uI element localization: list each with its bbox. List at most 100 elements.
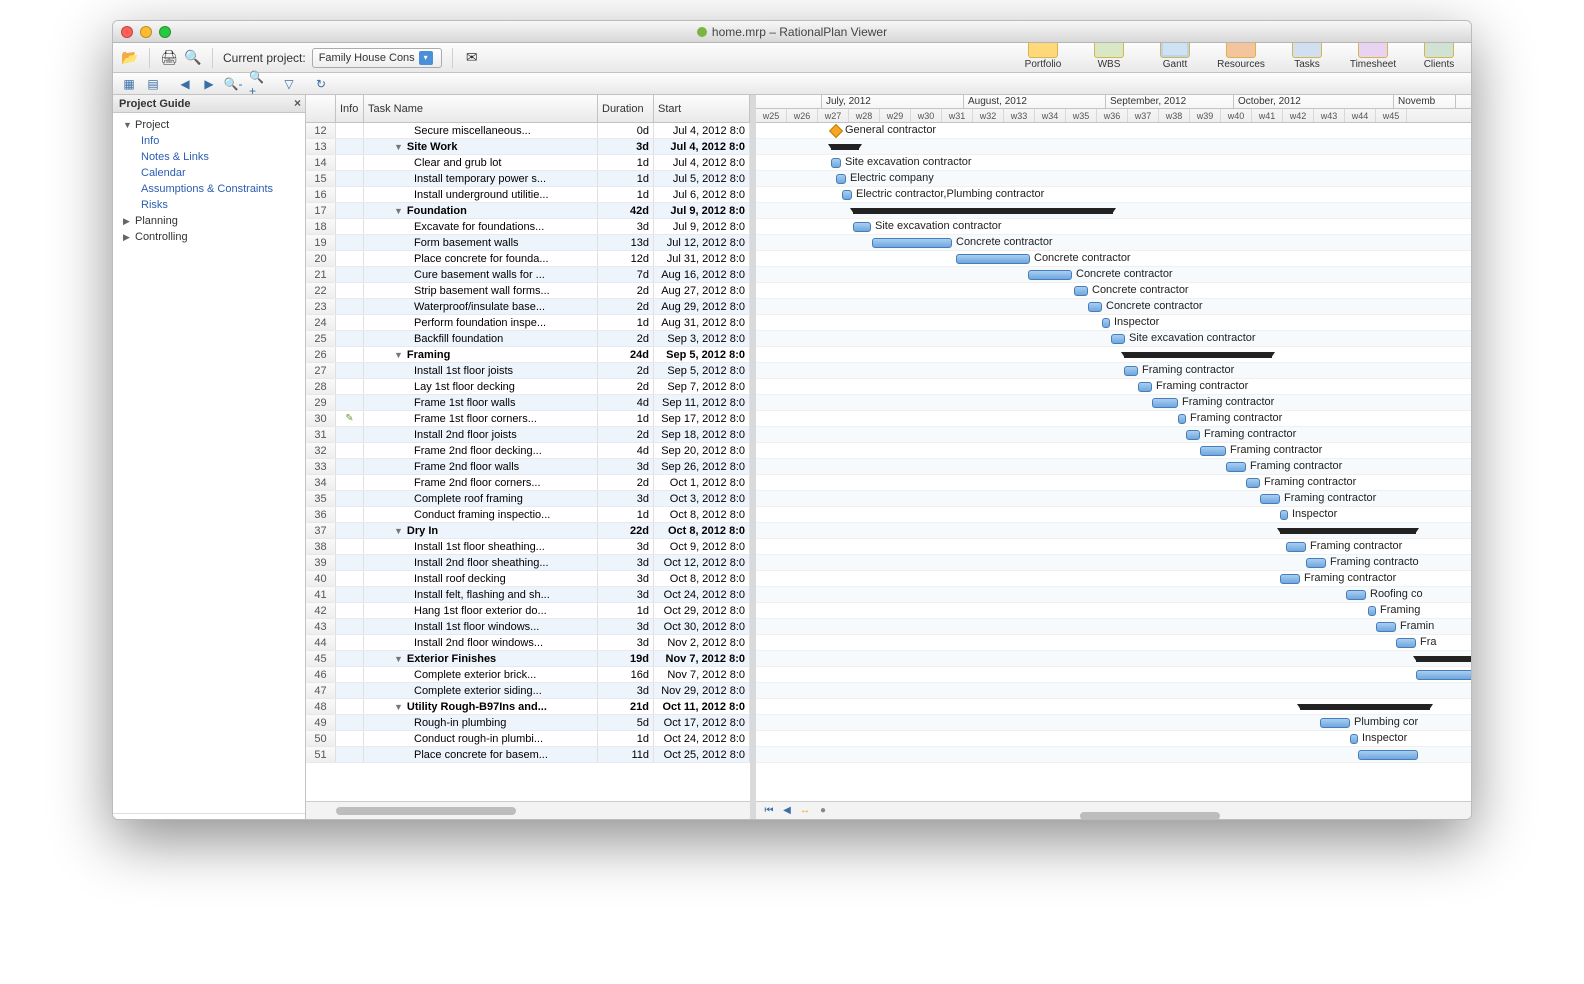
table-row[interactable]: 29Frame 1st floor walls4dSep 11, 2012 8:… (306, 395, 750, 411)
gantt-bar[interactable] (836, 174, 846, 184)
gantt-sum[interactable] (1300, 704, 1430, 710)
table-row[interactable]: 32Frame 2nd floor decking...4dSep 20, 20… (306, 443, 750, 459)
gantt-bar[interactable] (1152, 398, 1178, 408)
print-icon[interactable]: 🖨 (160, 49, 178, 67)
table-row[interactable]: 20Place concrete for founda...12dJul 31,… (306, 251, 750, 267)
gantt-bar[interactable] (1200, 446, 1226, 456)
gantt-bar[interactable] (956, 254, 1030, 264)
open-icon[interactable]: 📂 (121, 49, 139, 67)
gantt-bar[interactable] (1368, 606, 1376, 616)
nav-first-icon[interactable]: ⏮ (762, 804, 776, 818)
zoom-out-icon[interactable]: 🔍- (225, 76, 241, 92)
gantt-bar[interactable] (1280, 574, 1300, 584)
gantt-bar[interactable] (1074, 286, 1088, 296)
table-row[interactable]: 14Clear and grub lot1dJul 4, 2012 8:0 (306, 155, 750, 171)
table-row[interactable]: 22Strip basement wall forms...2dAug 27, … (306, 283, 750, 299)
col-info[interactable]: Info (336, 95, 364, 122)
gantt-diamond[interactable] (829, 124, 843, 138)
gantt-bar[interactable] (1111, 334, 1125, 344)
indent-icon[interactable]: ▶ (201, 76, 217, 92)
minimize-window-button[interactable] (140, 26, 152, 38)
gantt-bar[interactable] (831, 158, 841, 168)
gantt-bar[interactable] (1358, 750, 1418, 760)
tree-child[interactable]: Notes & Links (113, 149, 305, 165)
gantt-sum[interactable] (1416, 656, 1471, 662)
table-row[interactable]: 33Frame 2nd floor walls3dSep 26, 2012 8:… (306, 459, 750, 475)
gantt-sum[interactable] (853, 208, 1113, 214)
gantt-bar[interactable] (1102, 318, 1110, 328)
gantt-bar[interactable] (1260, 494, 1280, 504)
gantt-sum[interactable] (1124, 352, 1272, 358)
table-row[interactable]: 19Form basement walls13dJul 12, 2012 8:0 (306, 235, 750, 251)
tree-child[interactable]: Info (113, 133, 305, 149)
gantt-sum[interactable] (1280, 528, 1416, 534)
table-row[interactable]: 48▼Utility Rough-B97Ins and...21dOct 11,… (306, 699, 750, 715)
table-row[interactable]: 16Install underground utilitie...1dJul 6… (306, 187, 750, 203)
gantt-body[interactable]: General contractorSite excavation contra… (756, 123, 1471, 801)
table-row[interactable]: 51Place concrete for basem...11dOct 25, … (306, 747, 750, 763)
table-row[interactable]: 45▼Exterior Finishes19dNov 7, 2012 8:0 (306, 651, 750, 667)
table-row[interactable]: 24Perform foundation inspe...1dAug 31, 2… (306, 315, 750, 331)
today-icon[interactable]: ● (816, 804, 830, 818)
gantt-bar[interactable] (1346, 590, 1366, 600)
current-project-dropdown[interactable]: Family House Cons ▾ (312, 48, 442, 68)
table-row[interactable]: 27Install 1st floor joists2dSep 5, 2012 … (306, 363, 750, 379)
close-icon[interactable]: × (294, 96, 301, 110)
table-row[interactable]: 30✎Frame 1st floor corners...1dSep 17, 2… (306, 411, 750, 427)
tree-node-planning[interactable]: ▶Planning (113, 213, 305, 229)
tree-child[interactable]: Risks (113, 197, 305, 213)
gantt-bar[interactable] (1320, 718, 1350, 728)
gantt-bar[interactable] (1286, 542, 1306, 552)
table-row[interactable]: 37▼Dry In22dOct 8, 2012 8:0 (306, 523, 750, 539)
table-row[interactable]: 35Complete roof framing3dOct 3, 2012 8:0 (306, 491, 750, 507)
table-row[interactable]: 34Frame 2nd floor corners...2dOct 1, 201… (306, 475, 750, 491)
table-row[interactable]: 21Cure basement walls for ...7dAug 16, 2… (306, 267, 750, 283)
gantt-bar[interactable] (1124, 366, 1138, 376)
table-row[interactable]: 43Install 1st floor windows...3dOct 30, … (306, 619, 750, 635)
gantt-sum[interactable] (831, 144, 859, 150)
table-row[interactable]: 36Conduct framing inspectio...1dOct 8, 2… (306, 507, 750, 523)
table-row[interactable]: 17▼Foundation42dJul 9, 2012 8:0 (306, 203, 750, 219)
gantt-bar[interactable] (1138, 382, 1152, 392)
gantt-bar[interactable] (1178, 414, 1186, 424)
tree-child[interactable]: Assumptions & Constraints (113, 181, 305, 197)
table-row[interactable]: 25Backfill foundation2dSep 3, 2012 8:0 (306, 331, 750, 347)
table-row[interactable]: 12Secure miscellaneous...0dJul 4, 2012 8… (306, 123, 750, 139)
table-row[interactable]: 28Lay 1st floor decking2dSep 7, 2012 8:0 (306, 379, 750, 395)
table-row[interactable]: 18Excavate for foundations...3dJul 9, 20… (306, 219, 750, 235)
gantt-bar[interactable] (872, 238, 952, 248)
zoom-window-button[interactable] (159, 26, 171, 38)
gantt-scroll-thumb[interactable] (1080, 812, 1220, 820)
gantt-bar[interactable] (1350, 734, 1358, 744)
table-row[interactable]: 13▼Site Work3dJul 4, 2012 8:0 (306, 139, 750, 155)
table-row[interactable]: 40Install roof decking3dOct 8, 2012 8:0 (306, 571, 750, 587)
fit-icon[interactable]: ↔ (798, 804, 812, 818)
filter-icon[interactable]: ▽ (281, 76, 297, 92)
table-row[interactable]: 47Complete exterior siding...3dNov 29, 2… (306, 683, 750, 699)
tree-child[interactable]: Calendar (113, 165, 305, 181)
table-row[interactable]: 38Install 1st floor sheathing...3dOct 9,… (306, 539, 750, 555)
col-task-name[interactable]: Task Name (364, 95, 598, 122)
col-start[interactable]: Start (654, 95, 750, 122)
zoom-in-icon[interactable]: 🔍+ (249, 76, 265, 92)
gantt-bar[interactable] (853, 222, 871, 232)
outdent-icon[interactable]: ◀ (177, 76, 193, 92)
panel-icon[interactable]: ▤ (145, 76, 161, 92)
table-row[interactable]: 49Rough-in plumbing5dOct 17, 2012 8:0 (306, 715, 750, 731)
close-window-button[interactable] (121, 26, 133, 38)
guide-toggle-icon[interactable]: ▦ (121, 76, 137, 92)
gantt-bar[interactable] (1416, 670, 1471, 680)
table-row[interactable]: 41Install felt, flashing and sh...3dOct … (306, 587, 750, 603)
nav-prev-icon[interactable]: ◀ (780, 804, 794, 818)
gantt-bar[interactable] (1028, 270, 1072, 280)
table-row[interactable]: 26▼Framing24dSep 5, 2012 8:0 (306, 347, 750, 363)
refresh-icon[interactable]: ↻ (313, 76, 329, 92)
table-row[interactable]: 39Install 2nd floor sheathing...3dOct 12… (306, 555, 750, 571)
table-row[interactable]: 44Install 2nd floor windows...3dNov 2, 2… (306, 635, 750, 651)
gantt-bar[interactable] (842, 190, 852, 200)
table-row[interactable]: 46Complete exterior brick...16dNov 7, 20… (306, 667, 750, 683)
table-row[interactable]: 50Conduct rough-in plumbi...1dOct 24, 20… (306, 731, 750, 747)
gantt-bar[interactable] (1280, 510, 1288, 520)
preview-icon[interactable]: 🔍 (184, 49, 202, 67)
gantt-bar[interactable] (1246, 478, 1260, 488)
